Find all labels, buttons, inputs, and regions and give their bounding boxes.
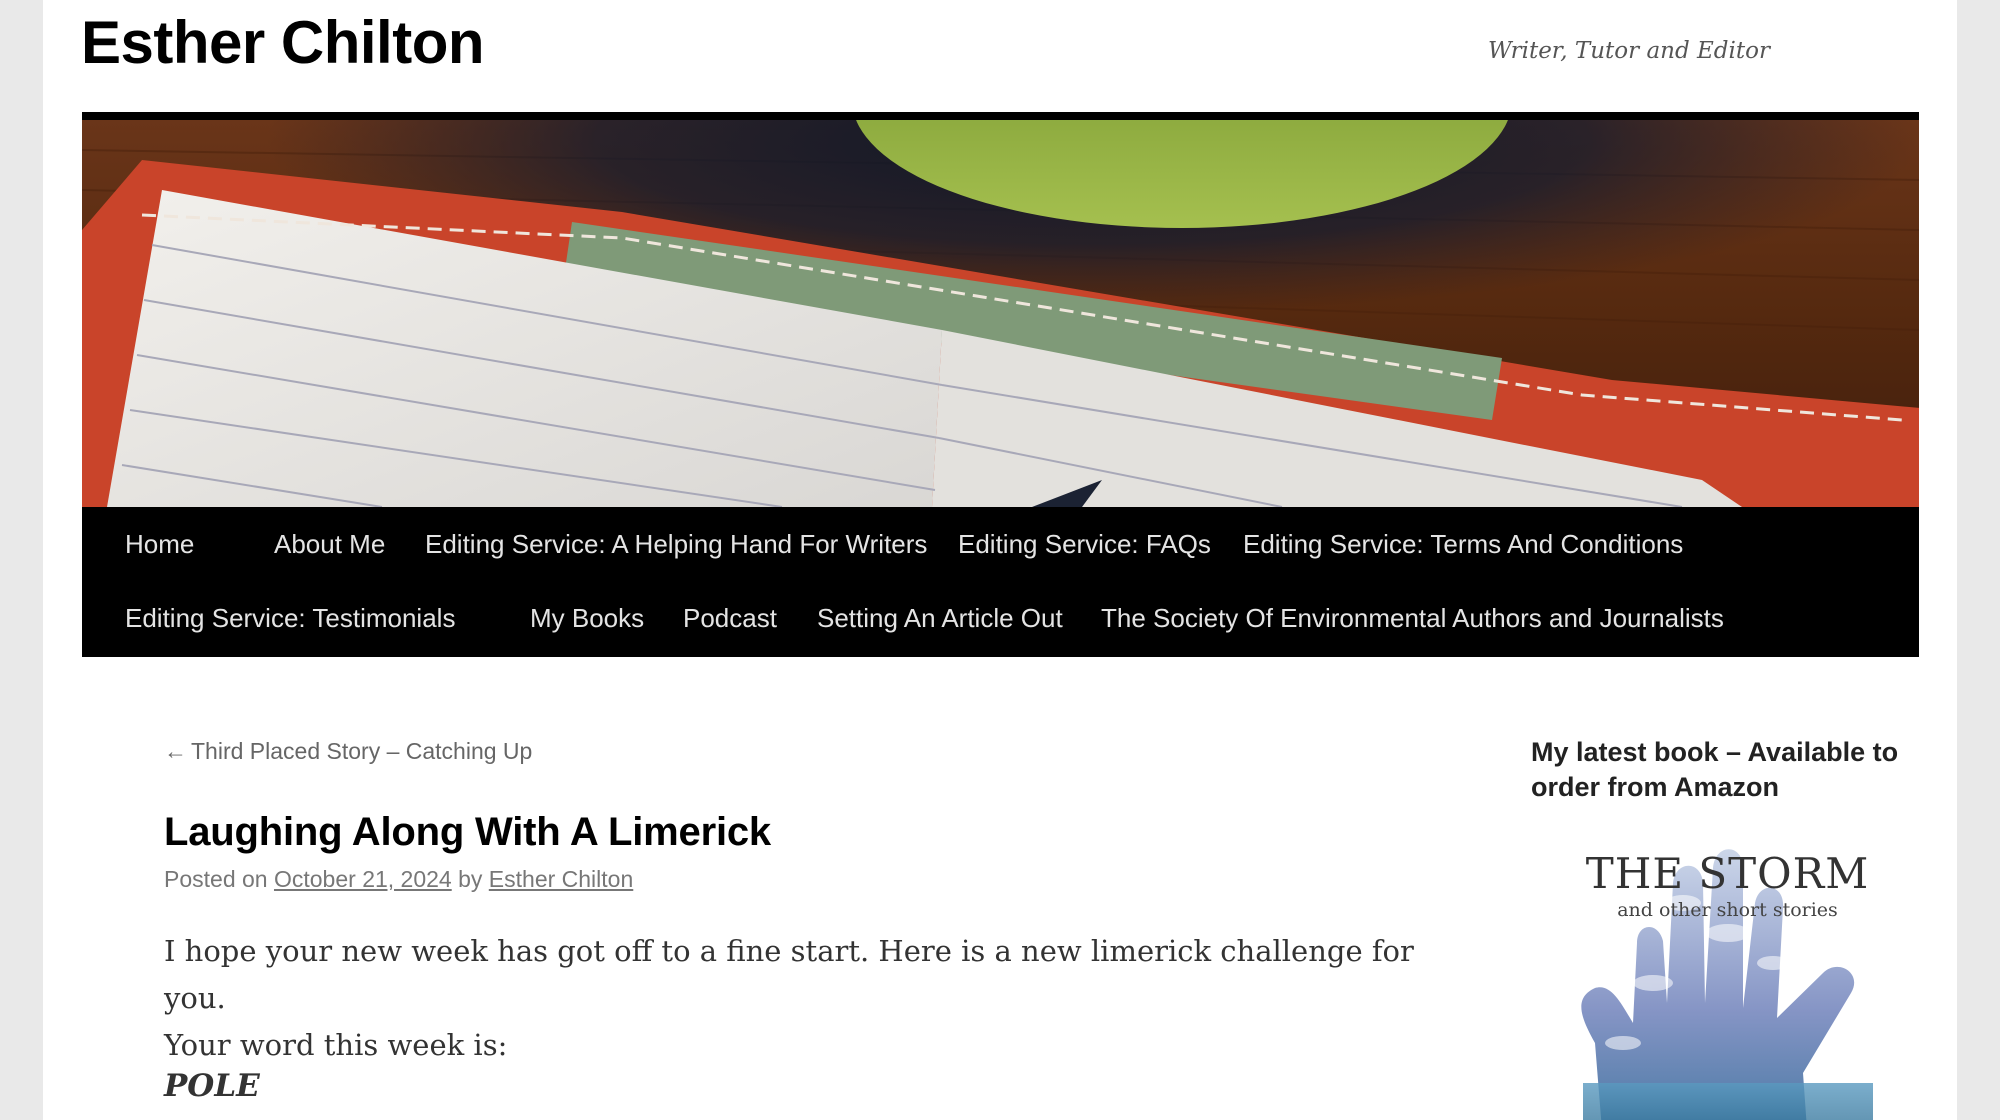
- nav-item-editing-helping-hand[interactable]: Editing Service: A Helping Hand For Writ…: [425, 507, 927, 581]
- post-meta: Posted on October 21, 2024 by Esther Chi…: [164, 866, 633, 893]
- previous-post-label: Third Placed Story – Catching Up: [191, 738, 533, 764]
- post-author-link[interactable]: Esther Chilton: [489, 866, 633, 892]
- header-image-notebook-illustration: [82, 120, 1919, 507]
- previous-post-link[interactable]: ← Third Placed Story – Catching Up: [164, 738, 532, 765]
- site-description: Writer, Tutor and Editor: [1488, 38, 1770, 64]
- book-cover-subtitle: and other short stories: [1617, 899, 1838, 921]
- header-image: [82, 112, 1919, 507]
- nav-item-about-me[interactable]: About Me: [274, 507, 385, 581]
- post-title: Laughing Along With A Limerick: [164, 810, 771, 854]
- sidebar: My latest book – Available to order from…: [1531, 735, 1931, 1120]
- post-body: I hope your new week has got off to a fi…: [164, 928, 1464, 1069]
- nav-item-my-books[interactable]: My Books: [530, 581, 644, 655]
- book-cover-image[interactable]: THE STORM and other short stories: [1533, 813, 1922, 1120]
- nav-item-home[interactable]: Home: [125, 507, 194, 581]
- page: Esther Chilton Writer, Tutor and Editor: [43, 0, 1957, 1120]
- nav-row-1: Home About Me Editing Service: A Helping…: [82, 507, 1919, 581]
- nav-item-editing-terms[interactable]: Editing Service: Terms And Conditions: [1243, 507, 1683, 581]
- posted-on-label: Posted on: [164, 866, 268, 892]
- nav-item-podcast[interactable]: Podcast: [683, 581, 777, 655]
- site-title[interactable]: Esther Chilton: [81, 8, 485, 78]
- book-cover-title: THE STORM: [1585, 849, 1870, 898]
- nav-item-editing-testimonials[interactable]: Editing Service: Testimonials: [125, 581, 455, 655]
- post-body-line-1: I hope your new week has got off to a fi…: [164, 934, 1414, 1015]
- left-arrow-icon: ←: [164, 738, 187, 764]
- challenge-word: POLE: [164, 1068, 260, 1104]
- nav-item-editing-faqs[interactable]: Editing Service: FAQs: [958, 507, 1211, 581]
- nav-row-2: Editing Service: Testimonials My Books P…: [82, 581, 1919, 655]
- by-label: by: [458, 866, 483, 892]
- post-date-link[interactable]: October 21, 2024: [274, 866, 452, 892]
- widget-title: My latest book – Available to order from…: [1531, 737, 1899, 802]
- nav-item-setting-article-out[interactable]: Setting An Article Out: [817, 581, 1063, 655]
- nav-item-society-environmental[interactable]: The Society Of Environmental Authors and…: [1101, 581, 1724, 655]
- post-body-line-2: Your word this week is:: [164, 1028, 508, 1062]
- main-navigation: Home About Me Editing Service: A Helping…: [82, 507, 1919, 657]
